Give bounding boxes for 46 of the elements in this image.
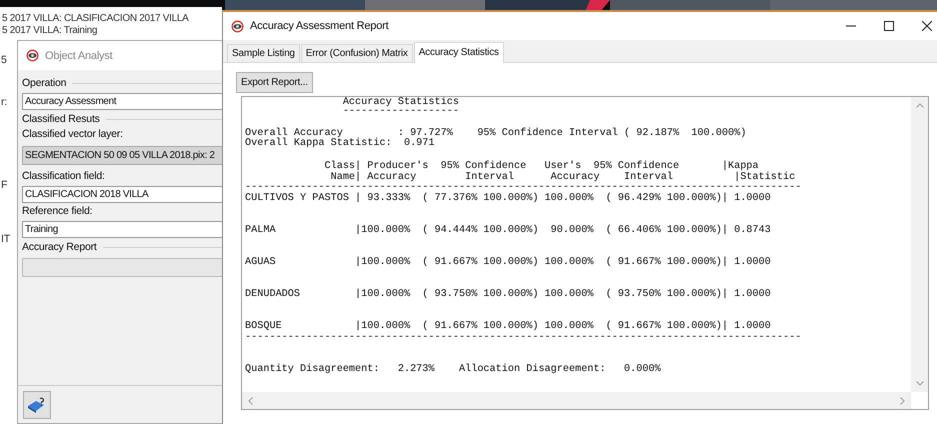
report-row: BOSQUE |100.000% ( 91.667% 100.000%) 100.000% ( 91.667% 100.000%)| 1.0000: [245, 322, 771, 334]
column-header: Class| Producer's 95% Confidence User's 95% Confidence |Kappa: [323, 162, 759, 172]
dropdown-field[interactable]: Accuracy Assessment: [22, 93, 222, 110]
window-title: Accuracy Assessment Report: [250, 20, 388, 32]
eye-icon: [231, 20, 244, 32]
dashed-rule: -------------------------------------------------------------------------------------------: [245, 183, 802, 194]
tab[interactable]: Error (Confusion) Matrix: [300, 44, 413, 62]
field-label: Classification field:: [22, 170, 106, 183]
report-row: DENUDADOS |100.000% ( 93.750% 100.000%) 100.000% ( 93.750% 100.000%)| 1.0000: [245, 290, 771, 302]
chevron-up-icon[interactable]: [916, 103, 924, 108]
field-label: Classified vector layer:: [22, 128, 124, 141]
report-row: CULTIVOS Y PASTOS | 93.333% ( 77.376% 100.000%) 100.000% ( 96.429% 100.000%)| 1.0000: [245, 194, 771, 205]
report-row: PALMA |100.000% ( 94.444% 100.000%) 90.000% ( 66.406% 100.000%)| 0.8743: [245, 226, 771, 237]
chevron-left-icon[interactable]: [248, 396, 253, 404]
layer-name[interactable]: 5 2017 VILLA: Training: [2, 25, 98, 37]
label-fragment: 5: [1, 54, 7, 66]
report-line: Overall Accuracy : 97.727% 95% Confidence Interval ( 92.187% 100.000%): [245, 128, 746, 139]
layer-name[interactable]: 5 2017 VILLA: CLASIFICACION 2017 VILLA: [2, 13, 188, 25]
maximize-icon[interactable]: [884, 21, 894, 31]
tab[interactable]: Accuracy Statistics: [414, 42, 504, 63]
group-label: Accuracy Report: [22, 241, 97, 253]
label-fragment: r:: [1, 96, 8, 108]
horizontal-scrollbar[interactable]: [242, 392, 911, 409]
dropdown-field[interactable]: Training: [22, 221, 222, 238]
dropdown-field[interactable]: CLASIFICACION 2018 VILLA: [22, 186, 222, 203]
column-header: Name| Accuracy Interval Accuracy Interval |Statistic: [330, 172, 796, 184]
export-report-button[interactable]: Export Report...: [236, 72, 313, 93]
label-fragment: F: [1, 179, 8, 191]
chevron-down-icon[interactable]: [916, 381, 924, 386]
help-button[interactable]: [23, 390, 51, 418]
dashed-rule: -------------------------------------------------------------------------------------------: [245, 333, 802, 344]
heading-underline: -------------------: [342, 108, 459, 117]
vertical-scrollbar[interactable]: [911, 97, 928, 392]
group-label: Operation: [22, 77, 66, 89]
eye-icon: [26, 49, 39, 62]
window-title: Object Analyst: [45, 50, 113, 62]
report-line: Quantity Disagreement: 2.273% Allocation Disagreement: 0.000%: [245, 365, 661, 376]
report-row: AGUAS |100.000% ( 91.667% 100.000%) 100.000% ( 91.667% 100.000%)| 1.0000: [245, 258, 771, 269]
field-label: Reference field:: [22, 205, 94, 218]
group-label: Classified Resuts: [22, 113, 100, 125]
label-fragment: IT: [1, 233, 10, 245]
close-icon[interactable]: [922, 21, 932, 31]
tab[interactable]: Sample Listing: [227, 44, 300, 62]
book-icon: [27, 396, 47, 412]
chevron-right-icon[interactable]: [900, 396, 905, 404]
report-line: Overall Kappa Statistic: 0.971: [245, 139, 435, 150]
